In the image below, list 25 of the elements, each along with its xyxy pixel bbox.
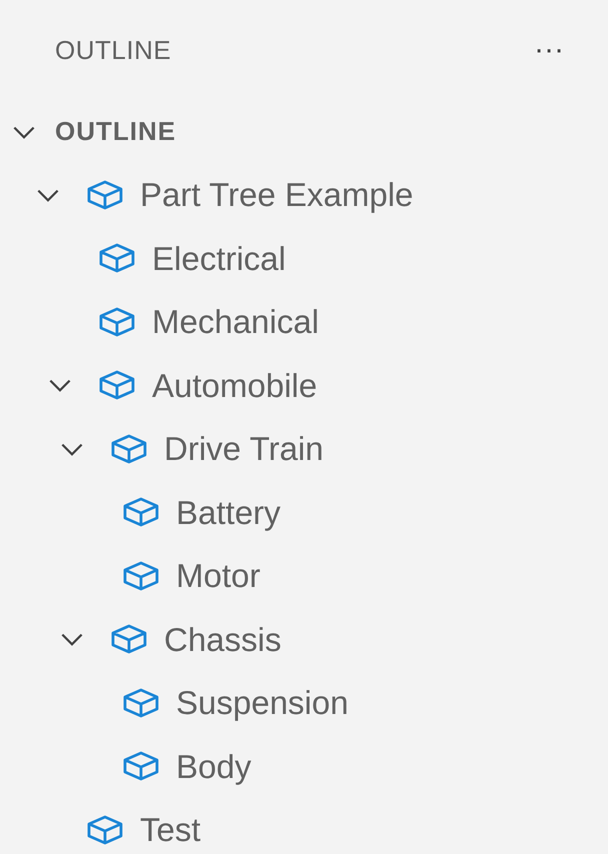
cube-icon [109, 432, 149, 465]
tree-item-label[interactable]: Mechanical [152, 297, 319, 346]
more-actions-button[interactable]: ··· [530, 35, 568, 65]
cube-icon [85, 178, 125, 211]
section-title: OUTLINE [55, 115, 176, 148]
tree-item-label[interactable]: Battery [176, 488, 281, 537]
tree-item-label[interactable]: Electrical [152, 234, 286, 283]
cube-icon [97, 369, 137, 402]
cube-icon [121, 750, 161, 782]
cube-icon [109, 623, 149, 656]
tree-item-label[interactable]: Chassis [164, 614, 282, 664]
tree-item-label[interactable]: Automobile [152, 360, 318, 410]
panel-title: OUTLINE [55, 34, 172, 66]
tree-item-label[interactable]: Drive Train [164, 424, 324, 474]
tree-item-label[interactable]: Test [140, 805, 201, 854]
tree-item-label[interactable]: Suspension [176, 678, 348, 728]
cube-icon [97, 306, 137, 338]
cube-icon [121, 496, 161, 528]
tree-item-label[interactable]: Motor [176, 551, 260, 600]
tree-item-label[interactable]: Part Tree Example [140, 170, 414, 220]
cube-icon [97, 242, 137, 274]
tree-item-label[interactable]: Body [176, 742, 252, 791]
cube-icon [121, 686, 161, 719]
cube-icon [85, 814, 125, 846]
cube-icon [121, 560, 161, 592]
